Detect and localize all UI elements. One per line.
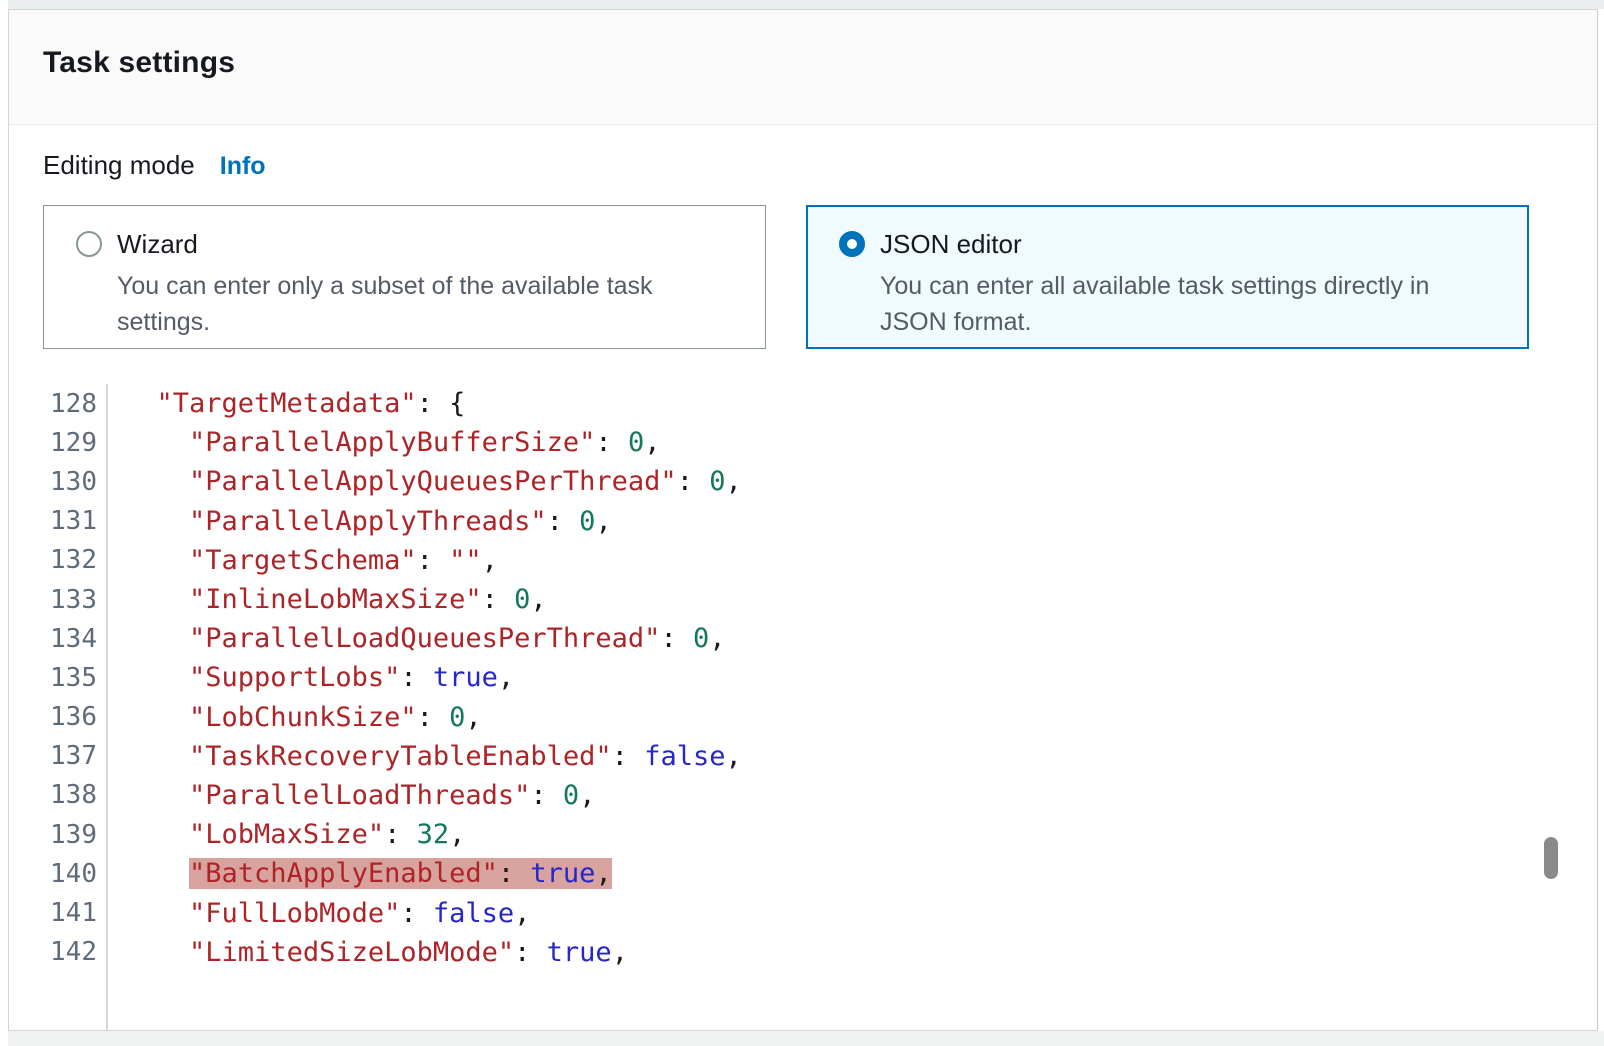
code-line: 130 "ParallelApplyQueuesPerThread": 0, xyxy=(9,462,1529,501)
code-line-text: "LimitedSizeLobMode": true, xyxy=(97,937,628,968)
code-line-text: "TaskRecoveryTableEnabled": false, xyxy=(97,741,742,772)
editing-mode-label: Editing mode xyxy=(43,150,195,181)
code-line-text: "BatchApplyEnabled": true, xyxy=(97,858,612,889)
line-number: 139 xyxy=(9,820,97,850)
line-number: 133 xyxy=(9,585,97,615)
code-line-text: "ParallelLoadQueuesPerThread": 0, xyxy=(97,623,725,654)
page-top-strip xyxy=(8,0,1604,9)
code-line-text: "InlineLobMaxSize": 0, xyxy=(97,584,547,615)
line-number: 140 xyxy=(9,859,97,889)
code-line: 134 "ParallelLoadQueuesPerThread": 0, xyxy=(9,619,1529,658)
code-line: 136 "LobChunkSize": 0, xyxy=(9,698,1529,737)
code-line-text: "ParallelApplyBufferSize": 0, xyxy=(97,427,660,458)
line-number: 132 xyxy=(9,545,97,575)
editing-mode-row: Editing mode Info xyxy=(43,150,266,181)
code-line-text: "ParallelApplyQueuesPerThread": 0, xyxy=(97,466,742,497)
code-line: 132 "TargetSchema": "", xyxy=(9,541,1529,580)
code-line: 139 "LobMaxSize": 32, xyxy=(9,815,1529,854)
line-number: 128 xyxy=(9,389,97,419)
code-line: 135 "SupportLobs": true, xyxy=(9,658,1529,697)
code-line-text: "TargetSchema": "", xyxy=(97,545,498,576)
code-line: 133 "InlineLobMaxSize": 0, xyxy=(9,580,1529,619)
code-line-text: "LobChunkSize": 0, xyxy=(97,702,482,733)
editing-mode-options: Wizard You can enter only a subset of th… xyxy=(43,205,1529,349)
line-number: 129 xyxy=(9,428,97,458)
code-line: 129 "ParallelApplyBufferSize": 0, xyxy=(9,423,1529,462)
code-line-text: "FullLobMode": false, xyxy=(97,898,530,929)
task-settings-card: Task settings Editing mode Info Wizard Y… xyxy=(8,9,1598,1031)
info-link[interactable]: Info xyxy=(220,152,266,181)
page-bottom-strip xyxy=(8,1031,1604,1046)
line-number: 134 xyxy=(9,624,97,654)
code-line: 138 "ParallelLoadThreads": 0, xyxy=(9,776,1529,815)
tile-json-editor-description: You can enter all available task setting… xyxy=(880,268,1485,340)
tile-wizard-label: Wizard xyxy=(117,229,722,259)
code-line: 131 "ParallelApplyThreads": 0, xyxy=(9,502,1529,541)
line-number: 130 xyxy=(9,467,97,497)
card-header: Task settings xyxy=(9,10,1597,125)
page-title: Task settings xyxy=(43,46,1597,80)
tile-json-editor-label: JSON editor xyxy=(880,229,1485,259)
code-editor[interactable]: 128 "TargetMetadata": {129 "ParallelAppl… xyxy=(9,384,1529,972)
line-number: 138 xyxy=(9,780,97,810)
line-number: 137 xyxy=(9,741,97,771)
code-line: 141 "FullLobMode": false, xyxy=(9,893,1529,932)
code-line-text: "LobMaxSize": 32, xyxy=(97,819,465,850)
tile-wizard-description: You can enter only a subset of the avail… xyxy=(117,268,722,340)
code-line-text: "ParallelApplyThreads": 0, xyxy=(97,506,612,537)
code-line: 140 "BatchApplyEnabled": true, xyxy=(9,854,1529,893)
code-line-text: "ParallelLoadThreads": 0, xyxy=(97,780,595,811)
line-number: 131 xyxy=(9,506,97,536)
radio-wizard[interactable] xyxy=(76,231,102,257)
code-line: 128 "TargetMetadata": { xyxy=(9,384,1529,423)
editor-scrollbar-thumb[interactable] xyxy=(1544,837,1558,879)
code-line-text: "SupportLobs": true, xyxy=(97,662,514,693)
radio-json-editor[interactable] xyxy=(839,231,865,257)
line-number: 135 xyxy=(9,663,97,693)
tile-wizard[interactable]: Wizard You can enter only a subset of th… xyxy=(43,205,766,349)
line-number: 136 xyxy=(9,702,97,732)
line-number: 142 xyxy=(9,937,97,967)
code-line-text: "TargetMetadata": { xyxy=(97,388,465,419)
highlighted-code: "BatchApplyEnabled": true, xyxy=(189,858,612,889)
code-line: 137 "TaskRecoveryTableEnabled": false, xyxy=(9,737,1529,776)
code-line: 142 "LimitedSizeLobMode": true, xyxy=(9,933,1529,972)
line-number: 141 xyxy=(9,898,97,928)
tile-json-editor[interactable]: JSON editor You can enter all available … xyxy=(806,205,1529,349)
